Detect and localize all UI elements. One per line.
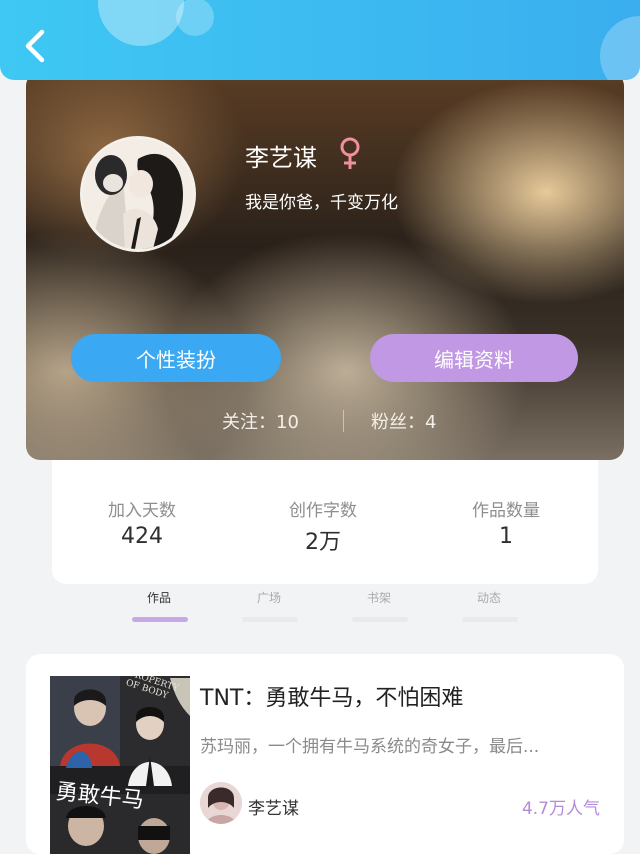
profile-bio: 我是你爸，千变万化 — [245, 193, 398, 213]
stat-label-word-count: 创作字数 — [289, 501, 357, 521]
tab-works[interactable]: 作品 — [129, 589, 189, 606]
work-title[interactable]: TNT：勇敢牛马，不怕困难 — [200, 680, 463, 712]
tab-indicator — [352, 617, 408, 622]
profile-header-background — [26, 72, 624, 460]
tab-activity[interactable]: 动态 — [459, 589, 519, 606]
stat-value-join-days: 424 — [121, 524, 163, 549]
work-description: 苏玛丽，一个拥有牛马系统的奇女子，最后... — [200, 737, 540, 757]
author-name: 李艺谋 — [248, 799, 299, 819]
stat-label-join-days: 加入天数 — [108, 501, 176, 521]
stat-label-works-count: 作品数量 — [472, 501, 540, 521]
stat-value-works-count: 1 — [499, 524, 513, 549]
back-arrow-icon[interactable] — [20, 26, 52, 66]
tab-indicator — [242, 617, 298, 622]
work-card[interactable]: PROPERTY OF BODY 勇敢牛马 TNT：勇敢牛马，不怕困难 苏玛丽，… — [26, 654, 624, 854]
decor-bubble — [176, 0, 214, 36]
decor-bubble — [600, 16, 640, 80]
popularity-count: 4.7万人气 — [521, 799, 600, 819]
book-cover[interactable]: PROPERTY OF BODY 勇敢牛马 — [50, 676, 190, 854]
stats-panel: 加入天数 424 创作字数 2万 作品数量 1 — [52, 460, 598, 584]
edit-profile-button[interactable]: 编辑资料 — [370, 334, 578, 382]
avatar[interactable] — [80, 136, 196, 252]
tab-indicator-active — [132, 617, 188, 622]
female-gender-icon — [337, 136, 363, 172]
personalize-button[interactable]: 个性装扮 — [71, 334, 281, 382]
decor-bubble — [98, 0, 184, 46]
tab-bookshelf[interactable]: 书架 — [349, 589, 409, 606]
divider — [343, 410, 344, 432]
stat-value-word-count: 2万 — [305, 530, 341, 555]
tab-square[interactable]: 广场 — [239, 589, 299, 606]
top-bar — [0, 0, 640, 80]
profile-name: 李艺谋 — [245, 144, 317, 172]
followers-count[interactable]: 粉丝：4 — [371, 408, 436, 434]
author-avatar[interactable] — [200, 782, 242, 824]
following-count[interactable]: 关注：10 — [222, 408, 299, 434]
tab-indicator — [462, 617, 518, 622]
